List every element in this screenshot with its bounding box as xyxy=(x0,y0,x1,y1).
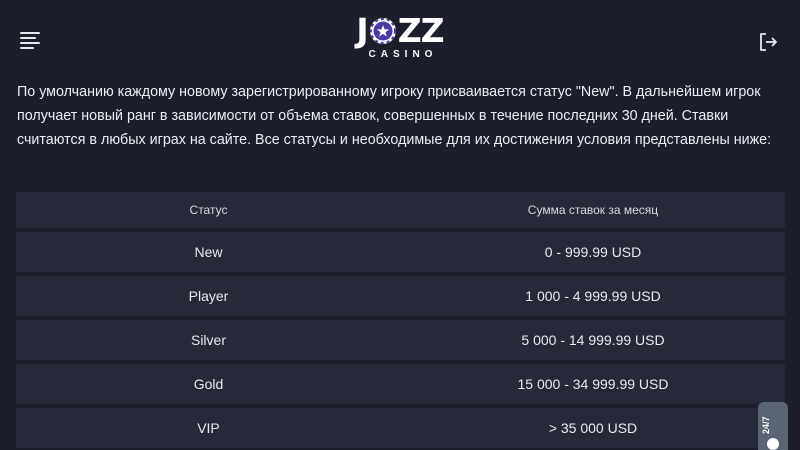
table-row: Gold 15 000 - 34 999.99 USD xyxy=(16,364,785,404)
row-status: Silver xyxy=(190,332,226,348)
table-row: VIP > 35 000 USD xyxy=(16,408,785,448)
logout-button[interactable] xyxy=(756,30,780,54)
logo-subtitle: CASINO xyxy=(368,49,438,60)
row-sum: 0 - 999.99 USD xyxy=(544,244,642,260)
row-sum: 5 000 - 14 999.99 USD xyxy=(521,332,665,348)
status-table: Статус Сумма ставок за месяц New 0 - 999… xyxy=(16,192,785,450)
table-row: Silver 5 000 - 14 999.99 USD xyxy=(16,320,785,360)
table-row: New 0 - 999.99 USD xyxy=(16,232,785,272)
support-chat-button[interactable]: 24/7 xyxy=(758,402,788,450)
row-status: Gold xyxy=(193,376,224,392)
menu-button[interactable] xyxy=(20,32,42,50)
chat-bubble-icon xyxy=(767,438,779,450)
logo-letter-j: J xyxy=(356,11,368,50)
table-header-row: Статус Сумма ставок за месяц xyxy=(16,192,785,228)
header-sum: Сумма ставок за месяц xyxy=(527,203,659,217)
casino-chip-icon xyxy=(369,18,396,44)
row-status: VIP xyxy=(197,420,220,436)
logout-icon xyxy=(760,33,777,51)
table-row: Player 1 000 - 4 999.99 USD xyxy=(16,276,785,316)
row-status: Player xyxy=(188,288,229,304)
logo[interactable]: J ZZ CASINO xyxy=(350,14,450,64)
row-sum: 1 000 - 4 999.99 USD xyxy=(525,288,661,304)
logo-letters-zz: ZZ xyxy=(397,11,445,50)
header-status: Статус xyxy=(189,203,228,217)
hamburger-menu-icon xyxy=(20,32,40,34)
support-label: 24/7 xyxy=(761,416,771,434)
row-sum: > 35 000 USD xyxy=(548,420,638,436)
row-sum: 15 000 - 34 999.99 USD xyxy=(517,376,669,392)
row-status: New xyxy=(194,244,223,260)
intro-text: По умолчанию каждому новому зарегистриро… xyxy=(17,84,772,148)
